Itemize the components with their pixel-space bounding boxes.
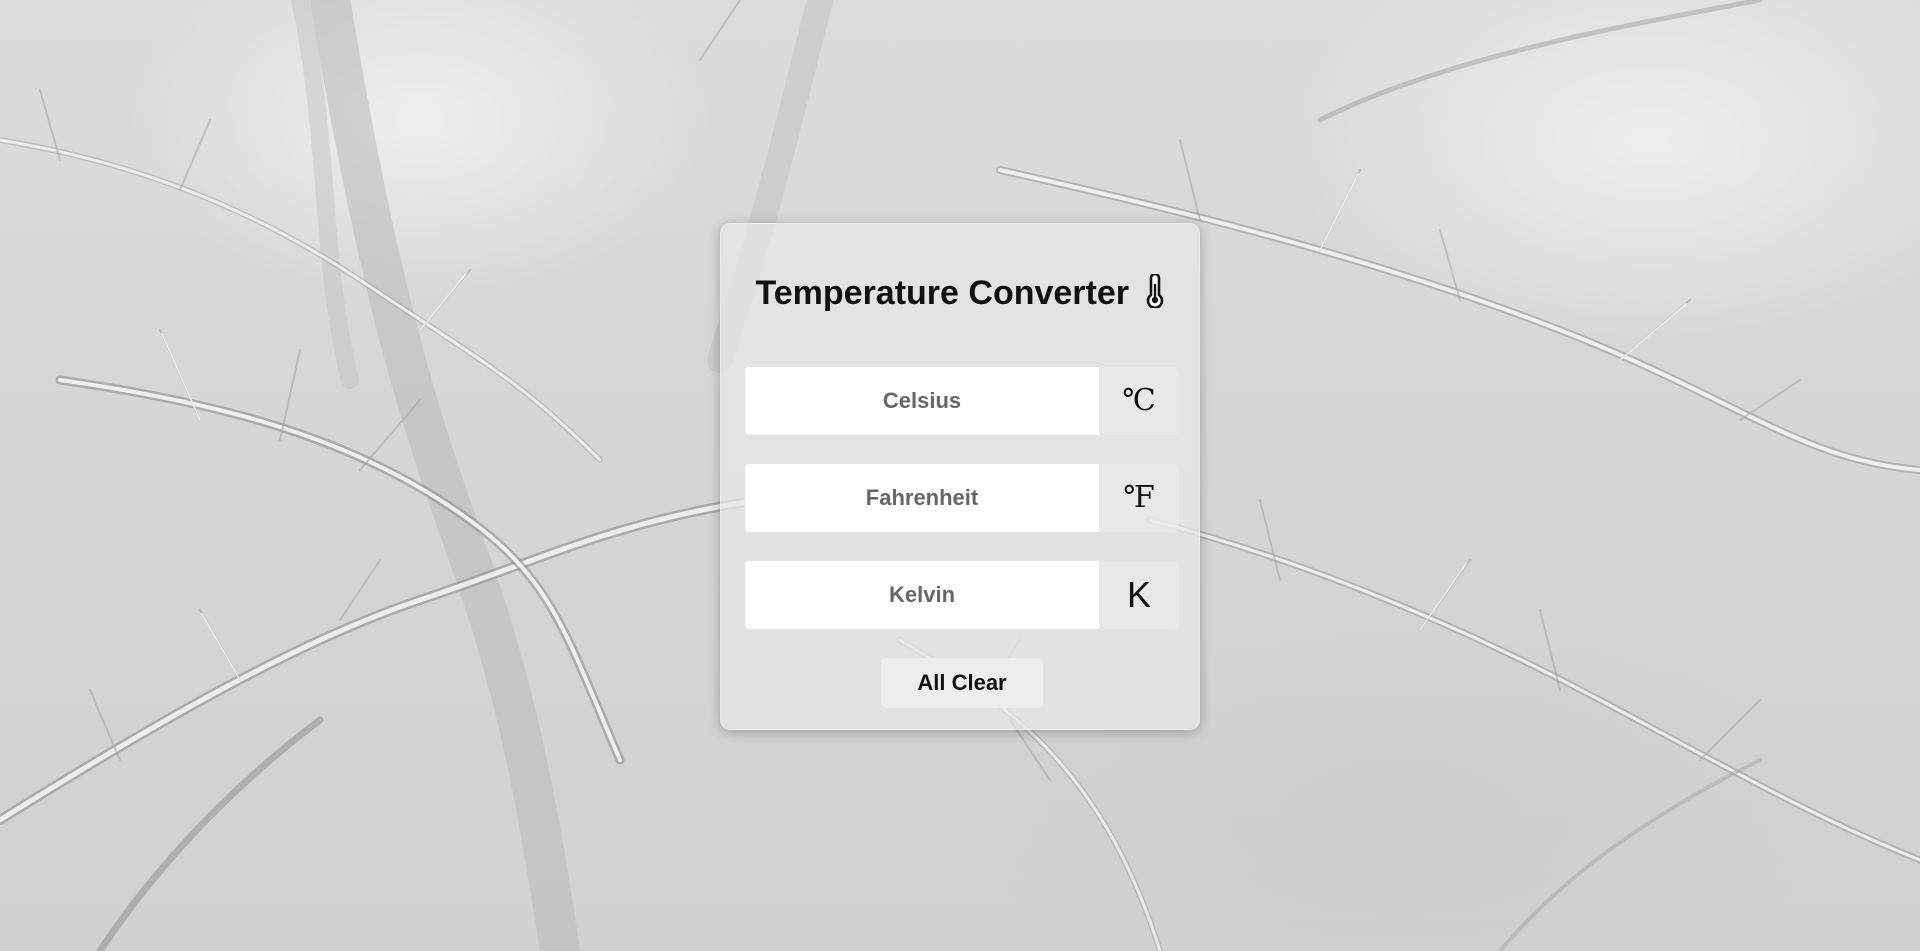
celsius-unit-label: ℃ xyxy=(1099,367,1179,435)
kelvin-row: K xyxy=(745,561,1179,629)
page-title: Temperature Converter xyxy=(721,274,1201,313)
celsius-row: ℃ xyxy=(745,367,1179,435)
fahrenheit-row: ℉ xyxy=(745,464,1179,532)
fahrenheit-input[interactable] xyxy=(745,464,1099,532)
converter-card: Temperature Converter ℃ ℉ K All Clear xyxy=(720,223,1200,730)
celsius-input[interactable] xyxy=(745,367,1099,435)
kelvin-input[interactable] xyxy=(745,561,1099,629)
kelvin-unit-label: K xyxy=(1099,561,1179,629)
title-text: Temperature Converter xyxy=(755,274,1130,312)
all-clear-button[interactable]: All Clear xyxy=(881,658,1043,708)
fahrenheit-unit-label: ℉ xyxy=(1099,464,1179,532)
thermometer-icon xyxy=(1147,274,1164,308)
